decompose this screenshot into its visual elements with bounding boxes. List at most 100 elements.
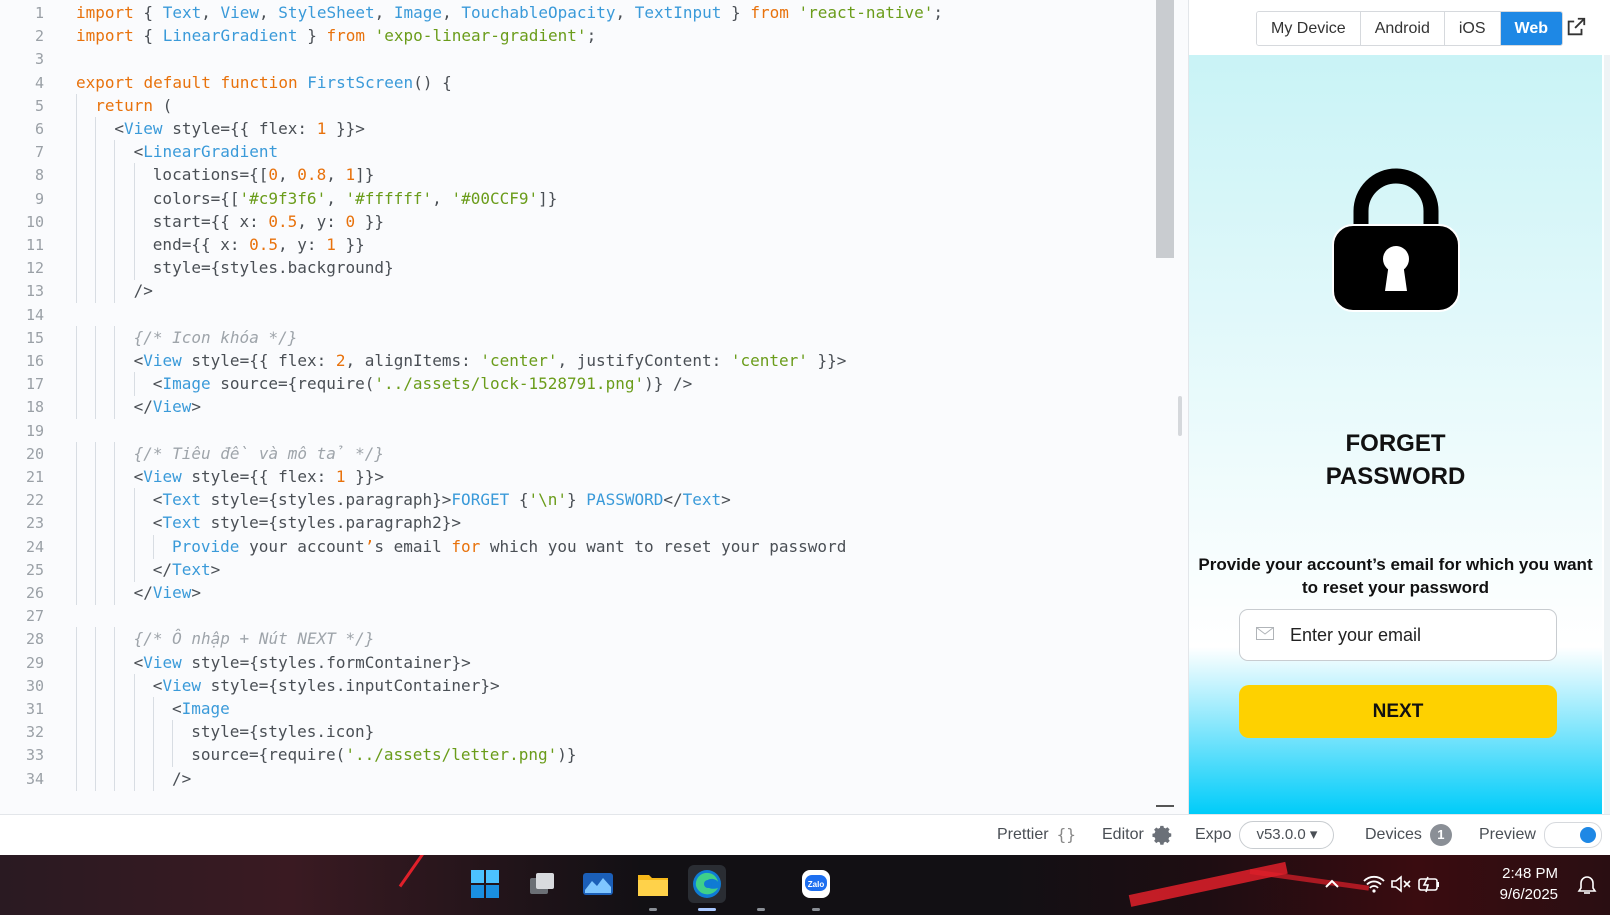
code-line[interactable]: 29 <View style={styles.formContainer}>	[0, 650, 1160, 675]
indent-guide	[95, 465, 97, 489]
code-token: s email	[374, 536, 452, 556]
email-field-container[interactable]	[1239, 609, 1557, 661]
task-view-icon[interactable]	[523, 865, 561, 903]
code-token: from	[750, 3, 789, 22]
prettier-button[interactable]: Prettier {}	[997, 815, 1076, 855]
indent-guide	[95, 534, 97, 559]
code-editor[interactable]: 1 import { Text, View, StyleSheet, Image,…	[0, 0, 1189, 814]
indent-guide	[76, 93, 77, 118]
code-text: {/* Icon khóa */}	[134, 326, 298, 350]
code-line[interactable]: 6 <View style={{ flex: 1 }}>	[0, 117, 1160, 141]
code-token: ]}	[355, 165, 375, 185]
store-icon[interactable]	[742, 865, 780, 911]
file-explorer-icon[interactable]	[634, 865, 672, 911]
indent-guide	[95, 441, 97, 466]
devices-button[interactable]: Devices 1	[1365, 815, 1452, 855]
indent-guide	[133, 557, 135, 582]
code-line[interactable]: 1 import { Text, View, StyleSheet, Image,…	[0, 1, 1160, 25]
code-line[interactable]: 26 </View>	[0, 581, 1160, 605]
indent-guide	[114, 581, 116, 605]
notification-bell-icon[interactable]	[1576, 875, 1598, 895]
indent-guide	[133, 673, 135, 698]
code-token: }}	[335, 235, 365, 254]
code-line[interactable]: 22 <Text style={styles.paragraph}>FORGET …	[0, 488, 1160, 513]
code-line[interactable]: 24 Provide your account’s email for which…	[0, 534, 1160, 559]
code-token: function	[220, 72, 298, 92]
code-token: style={styles.background}	[152, 258, 394, 278]
code-line[interactable]: 14	[0, 303, 1160, 327]
code-text: <View style={{ flex: 1 }}>	[134, 465, 384, 489]
code-line[interactable]: 9 colors={['#c9f3f6', '#ffffff', '#00CCF9…	[0, 186, 1160, 211]
code-token: '#ffffff'	[345, 188, 433, 208]
code-line[interactable]: 8 locations={[0, 0.8, 1]}	[0, 163, 1160, 188]
code-line[interactable]: 7 <LinearGradient	[0, 140, 1160, 165]
editor-settings-button[interactable]: Editor	[1102, 815, 1174, 855]
code-line[interactable]: 34 />	[0, 766, 1160, 791]
line-number: 21	[25, 468, 44, 486]
code-line[interactable]: 17 <Image source={require('../assets/lock…	[0, 372, 1160, 397]
expo-version-select[interactable]: v53.0.0 ▾	[1239, 821, 1335, 849]
code-line[interactable]: 12 style={styles.background}	[0, 256, 1160, 281]
indent-guide	[76, 673, 77, 698]
wifi-icon[interactable]	[1363, 875, 1385, 893]
chevron-up-icon[interactable]	[1324, 877, 1340, 891]
code-text: <Text style={styles.paragraph2}>	[153, 511, 461, 535]
line-number: 12	[25, 259, 44, 278]
tab-android[interactable]: Android	[1360, 12, 1445, 45]
code-line[interactable]: 33 source={require('../assets/letter.png'…	[0, 743, 1160, 768]
code-token: {/* Ô nhập + Nút NEXT */}	[133, 629, 375, 649]
battery-charging-icon[interactable]	[1417, 875, 1441, 893]
code-line[interactable]: 32 style={styles.icon}	[0, 720, 1160, 745]
tab-web[interactable]: Web	[1500, 12, 1562, 45]
speaker-muted-icon[interactable]	[1390, 875, 1412, 893]
code-line[interactable]: 18 </View>	[0, 395, 1160, 420]
code-line[interactable]: 25 </Text>	[0, 557, 1160, 582]
code-line[interactable]: 31 <Image	[0, 697, 1160, 721]
email-input[interactable]	[1290, 610, 1540, 660]
code-line[interactable]: 28 {/* Ô nhập + Nút NEXT */}	[0, 627, 1160, 652]
tab-my-device[interactable]: My Device	[1257, 12, 1361, 45]
gear-icon	[1152, 825, 1172, 845]
tab-ios[interactable]: iOS	[1444, 12, 1501, 45]
code-token: ,	[326, 165, 346, 185]
wallpaper-streak	[1128, 861, 1288, 907]
next-button[interactable]: NEXT	[1239, 685, 1557, 738]
code-line[interactable]: 3	[0, 47, 1160, 71]
stocks-widget-icon[interactable]	[579, 865, 617, 903]
code-line[interactable]: 30 <View style={styles.inputContainer}>	[0, 673, 1160, 698]
code-line[interactable]: 2 import { LinearGradient } from 'expo-li…	[0, 24, 1160, 48]
code-token: >	[191, 583, 202, 602]
edge-browser-icon[interactable]	[688, 865, 726, 911]
indent-guide	[114, 233, 116, 257]
code-line[interactable]: 19	[0, 419, 1160, 443]
code-line[interactable]: 21 <View style={{ flex: 1 }}>	[0, 465, 1160, 489]
code-line[interactable]: 4 export default function FirstScreen() {	[0, 71, 1160, 95]
code-line[interactable]: 20 {/* Tiêu đề và mô tả */}	[0, 441, 1160, 466]
code-token: for	[451, 536, 481, 556]
code-token: , y:	[297, 211, 346, 231]
code-line[interactable]: 23 <Text style={styles.paragraph2}>	[0, 511, 1160, 536]
preview-toggle[interactable]	[1543, 822, 1602, 848]
line-number: 6	[34, 120, 44, 138]
indent-guide	[133, 534, 135, 559]
code-line[interactable]: 13 />	[0, 279, 1160, 304]
code-line[interactable]: 15 {/* Icon khóa */}	[0, 325, 1160, 350]
code-token: {/* Tiêu đề và mô tả */}	[133, 443, 385, 463]
vertical-scrollbar[interactable]	[1156, 0, 1174, 258]
system-clock[interactable]: 2:48 PM 9/6/2025	[1500, 863, 1558, 905]
open-external-icon[interactable]	[1565, 16, 1587, 38]
windows-start-icon[interactable]	[466, 865, 504, 903]
code-token: {	[518, 490, 529, 510]
preview-scrollbar[interactable]	[1604, 55, 1610, 814]
code-text: />	[134, 279, 153, 303]
code-line[interactable]: 10 start={{ x: 0.5, y: 0 }}	[0, 209, 1160, 234]
code-line[interactable]: 27	[0, 604, 1160, 628]
code-line[interactable]: 5 return (	[0, 93, 1160, 118]
code-line[interactable]: 16 <View style={{ flex: 2, alignItems: 'c…	[0, 349, 1160, 373]
zalo-icon[interactable]: Zalo	[797, 865, 835, 911]
code-token: TouchableOpacity	[461, 3, 616, 22]
code-token: default	[143, 72, 211, 92]
line-number: 24	[25, 537, 44, 556]
indent-guide	[114, 465, 116, 489]
code-line[interactable]: 11 end={{ x: 0.5, y: 1 }}	[0, 233, 1160, 257]
